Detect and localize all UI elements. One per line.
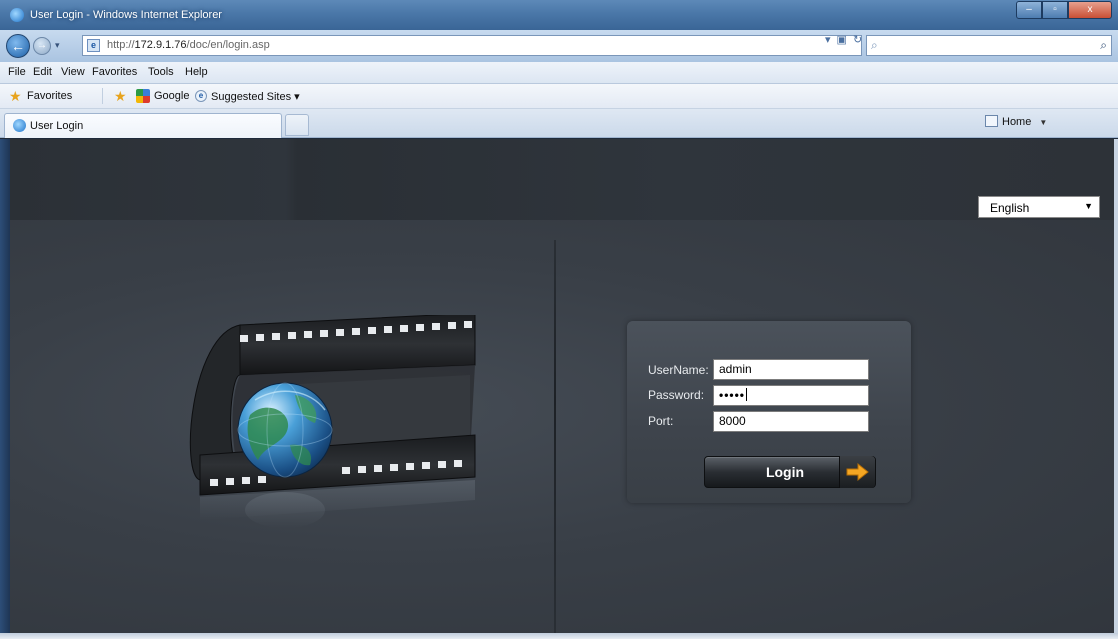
tab-label: User Login [30,120,84,132]
menu-edit[interactable]: Edit [33,66,52,78]
port-input[interactable]: 8000 [713,411,869,432]
refresh-icon[interactable]: ↻ [853,33,862,46]
search-input[interactable]: ⌕ ⌕ [866,35,1112,56]
tab-bar: User Login Home ▼ [0,109,1118,138]
login-button[interactable]: Login [704,456,876,488]
favorites-bar: ★ Favorites ★ Google e Suggested Sites ▾ [0,84,1118,109]
page-header: English ▼ [10,139,1114,220]
menu-file[interactable]: File [8,66,26,78]
login-area: UserName: admin Password: ••••• Port: 80… [10,220,1114,639]
divider [102,88,103,104]
ie-icon: e [195,90,207,102]
address-dropdown-icon[interactable]: ▾ [825,33,831,46]
window-title: User Login - Windows Internet Explorer [30,9,222,21]
back-icon[interactable]: ← [6,34,30,58]
favorite-suggested-sites[interactable]: Suggested Sites ▾ [211,90,300,103]
page-icon: e [87,39,100,52]
close-button[interactable]: x [1068,1,1112,19]
home-dropdown-icon[interactable]: ▼ [1039,118,1047,127]
password-mask: ••••• [719,388,746,402]
password-input[interactable]: ••••• [713,385,869,406]
menu-help[interactable]: Help [185,66,208,78]
search-provider-icon: ⌕ [871,38,878,52]
new-tab-button[interactable] [285,114,309,136]
google-icon [136,89,150,103]
tab-user-login[interactable]: User Login [4,113,282,138]
ie-icon [10,8,24,22]
window-titlebar: User Login - Windows Internet Explorer –… [0,0,1118,30]
username-input[interactable]: admin [713,359,869,380]
address-input[interactable]: e http://172.9.1.76/doc/en/login.asp [82,35,862,56]
minimize-button[interactable]: – [1016,1,1042,19]
window-right-border [1114,139,1118,639]
status-bar [0,633,1118,639]
add-favorites-icon[interactable]: ★ [114,88,127,105]
home-icon [985,115,998,127]
compatibility-icon[interactable]: ▣ [837,33,847,46]
menu-tools[interactable]: Tools [148,66,174,78]
username-label: UserName: [648,363,709,377]
forward-icon[interactable]: → [33,37,51,55]
login-panel: UserName: admin Password: ••••• Port: 80… [627,321,911,503]
window-left-border [0,139,10,639]
page-content: English ▼ UserName: admin Password: ••••… [10,139,1114,639]
film-globe-logo [189,315,476,528]
port-label: Port: [648,414,674,428]
vertical-divider [554,240,556,639]
search-icon[interactable]: ⌕ [1100,38,1107,53]
favorites-button[interactable]: Favorites [27,90,72,102]
menu-favorites[interactable]: Favorites [92,66,137,78]
address-toolbar: ← → ▾ e http://172.9.1.76/doc/en/login.a… [0,30,1118,62]
favorite-google[interactable]: Google [154,90,189,102]
home-label: Home [1002,116,1032,128]
ie-icon [13,119,26,132]
history-dropdown-icon[interactable]: ▾ [55,40,60,51]
url-text: http://172.9.1.76/doc/en/login.asp [107,39,270,51]
password-label: Password: [648,388,705,402]
text-caret [746,388,748,401]
language-value: English [990,201,1030,215]
chevron-down-icon: ▼ [1084,201,1093,211]
language-select[interactable]: English ▼ [978,196,1100,218]
home-button[interactable]: Home ▼ [985,115,1047,128]
menu-bar: File Edit View Favorites Tools Help [0,62,1118,84]
maximize-button[interactable]: ▫ [1042,1,1068,19]
favorites-star-icon: ★ [9,88,22,104]
arrow-right-icon [839,456,875,488]
menu-view[interactable]: View [61,66,85,78]
globe-icon [237,382,333,478]
window-buttons: – ▫ x [1016,1,1112,19]
